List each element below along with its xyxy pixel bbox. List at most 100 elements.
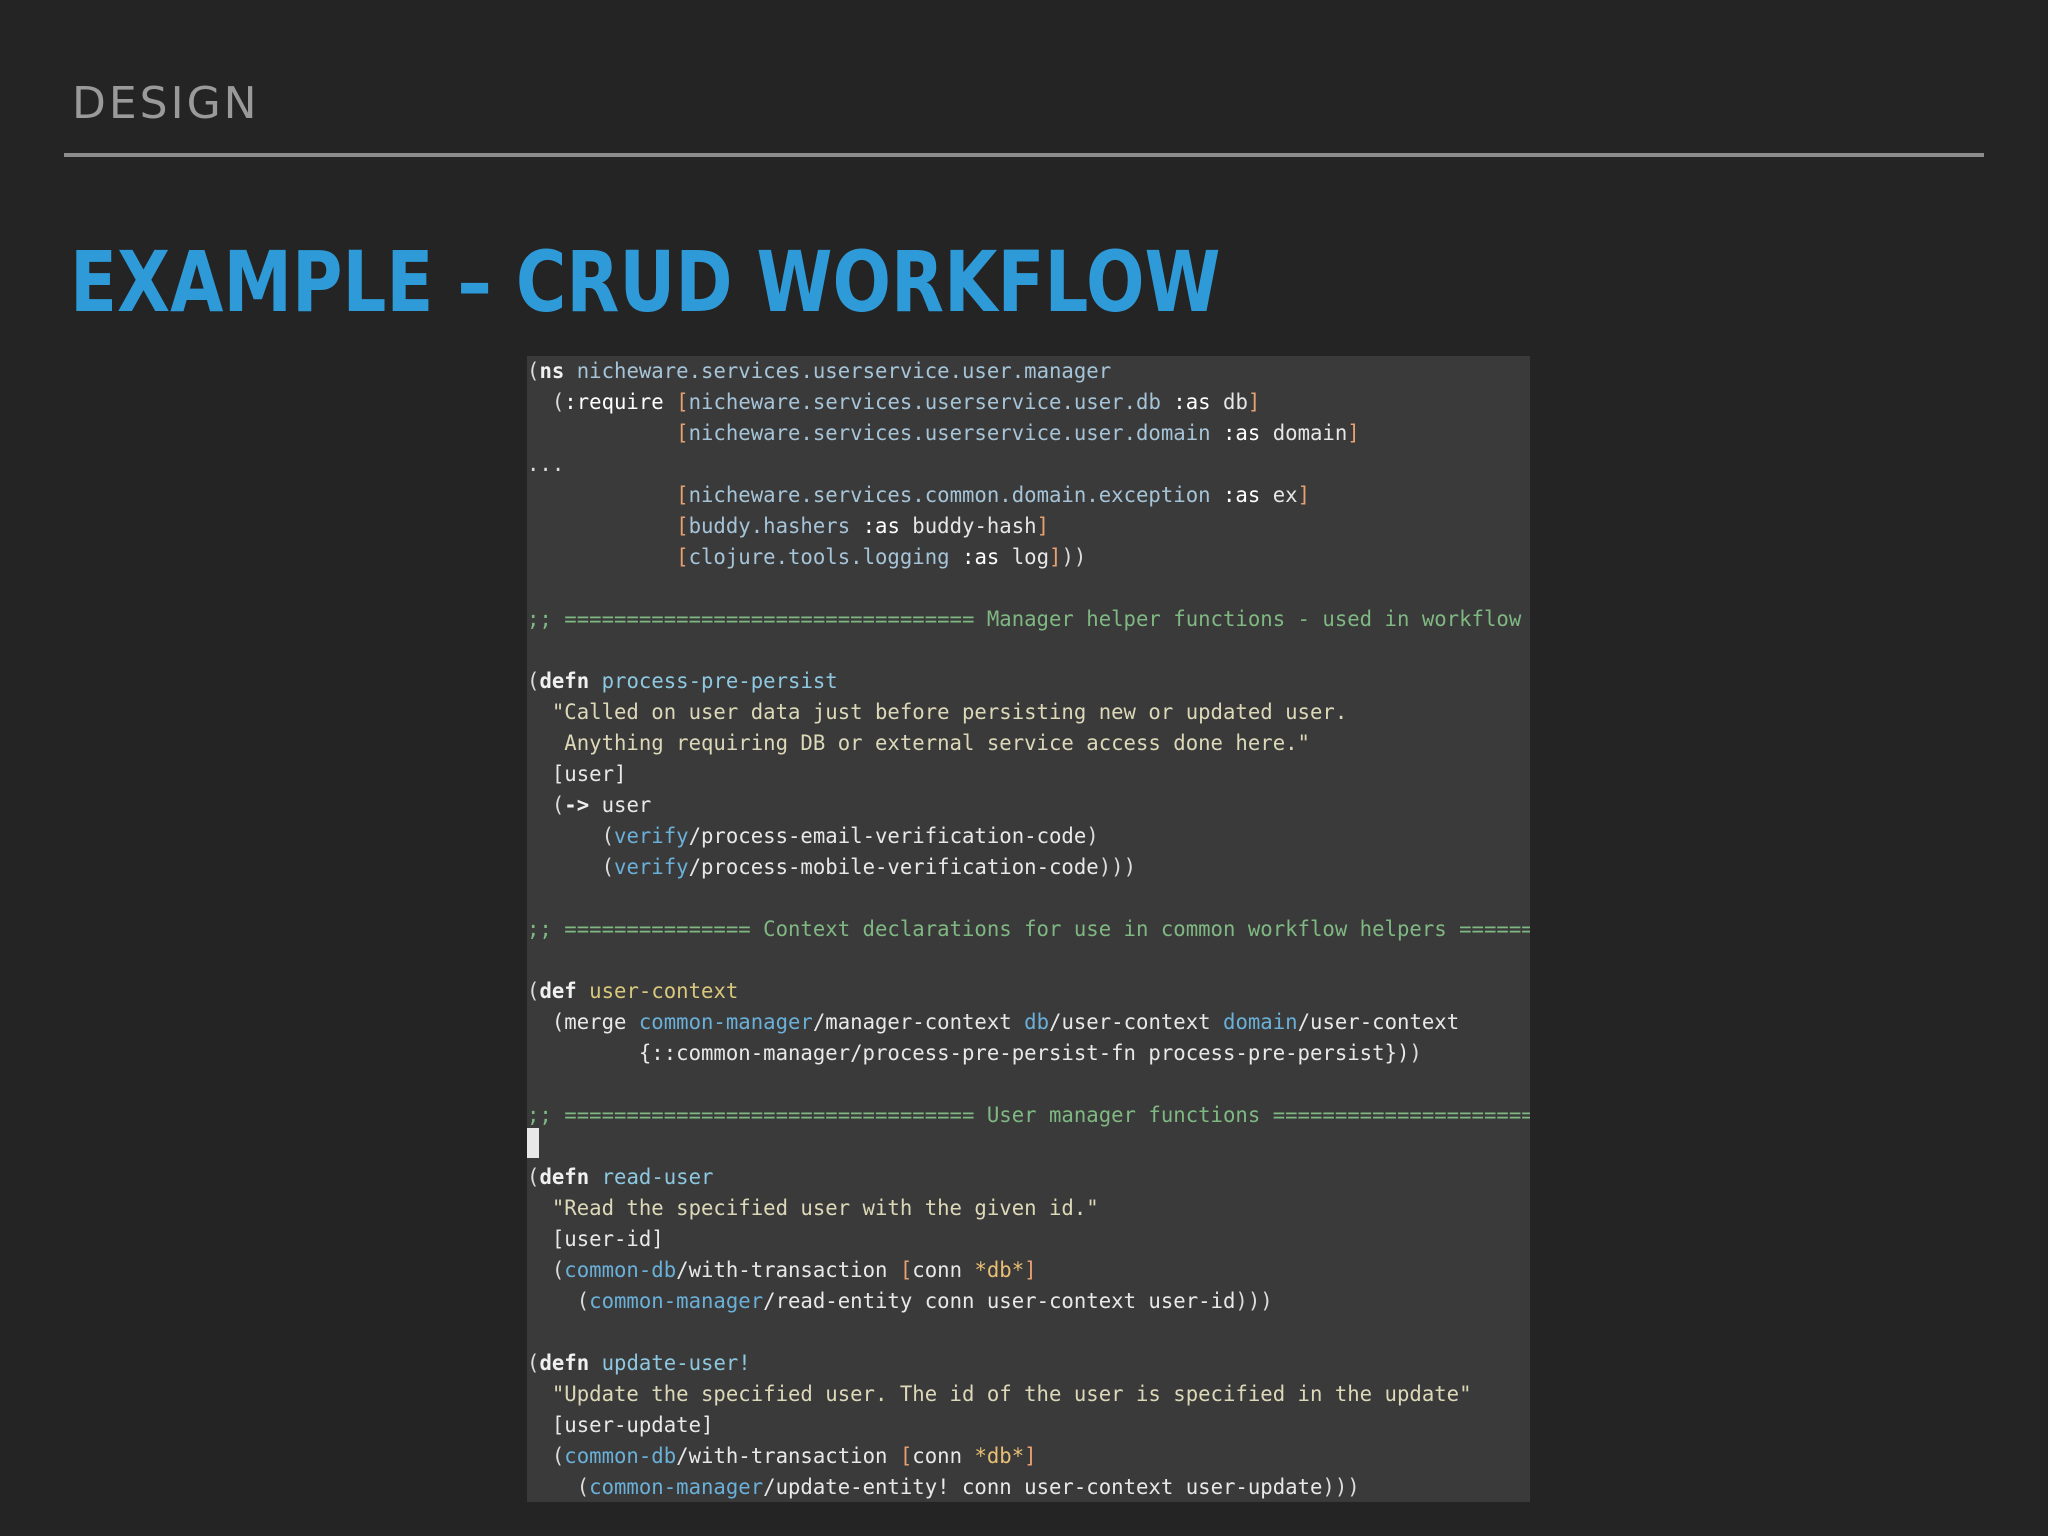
code-token: )) — [1061, 545, 1087, 569]
code-line: (merge common-manager/manager-context db… — [527, 1007, 1459, 1038]
code-token: :as — [949, 545, 1012, 569]
code-line: (common-db/with-transaction [conn *db*] — [527, 1255, 1037, 1286]
code-token: [ — [676, 483, 689, 507]
code-token: ] — [1024, 1444, 1037, 1468]
slide-title: EXAMPLE – CRUD WORKFLOW — [70, 233, 1221, 331]
code-token: buddy-hash — [912, 514, 1037, 538]
code-token: nicheware.services.userservice.user.doma… — [688, 421, 1211, 445]
code-line: (-> user — [527, 790, 651, 821]
code-token: ( — [527, 390, 565, 414]
code-token: -> — [564, 793, 590, 817]
code-token: domain — [1223, 1010, 1298, 1034]
code-line: "Update the specified user. The id of th… — [527, 1379, 1472, 1410]
code-token: /update-entity! conn user-context user-u… — [763, 1475, 1323, 1499]
slide: DESIGN EXAMPLE – CRUD WORKFLOW (ns niche… — [0, 0, 2048, 1536]
code-token: /user-context — [1049, 1010, 1224, 1034]
code-line: (ns nicheware.services.userservice.user.… — [527, 356, 1111, 387]
code-token: common-manager — [638, 1010, 813, 1034]
code-token: ex — [1272, 483, 1298, 507]
code-line: ;; ================================= Use… — [527, 1100, 1530, 1131]
code-token: process-pre-persist — [601, 669, 838, 693]
code-token: common-manager — [589, 1475, 764, 1499]
code-token: ( — [527, 1258, 565, 1282]
code-line: (common-manager/update-entity! conn user… — [527, 1472, 1360, 1502]
code-token: ( — [527, 1351, 540, 1375]
code-token: ... — [527, 452, 565, 476]
code-token: ) — [1409, 1041, 1422, 1065]
code-token: common-db — [564, 1258, 677, 1282]
code-token: ( — [527, 793, 565, 817]
code-token: ] — [1247, 390, 1261, 414]
code-token: /with-transaction — [676, 1444, 900, 1468]
code-token: [user-update] — [527, 1413, 714, 1437]
code-line: [clojure.tools.logging :as log])) — [527, 542, 1086, 573]
code-line: [nicheware.services.userservice.user.dom… — [527, 418, 1360, 449]
code-token: :as — [850, 514, 913, 538]
code-token: ) — [1086, 824, 1099, 848]
code-line: [user-id] — [527, 1224, 664, 1255]
section-label: DESIGN — [72, 78, 260, 129]
code-token: ( — [527, 669, 540, 693]
code-token: clojure.tools.logging — [688, 545, 950, 569]
code-line: [nicheware.services.common.domain.except… — [527, 480, 1310, 511]
code-token: [ — [676, 421, 689, 445]
code-token: user-context — [589, 979, 739, 1003]
code-token: ] — [1024, 1258, 1037, 1282]
code-token: :as — [1210, 483, 1273, 507]
code-token: ( — [527, 1289, 590, 1313]
code-line: (def user-context — [527, 976, 738, 1007]
code-token: /process-mobile-verification-code — [688, 855, 1099, 879]
code-line: "Called on user data just before persist… — [527, 697, 1347, 728]
code-token: *db* — [974, 1444, 1025, 1468]
code-token: nicheware.services.common.domain.excepti… — [688, 483, 1211, 507]
code-line: (verify/process-email-verification-code) — [527, 821, 1099, 852]
code-token: [ — [899, 1258, 913, 1282]
code-token: /process-email-verification-code — [688, 824, 1087, 848]
code-line: (defn process-pre-persist — [527, 666, 838, 697]
code-token: ] — [1297, 483, 1311, 507]
code-token: [ — [899, 1444, 913, 1468]
code-line: "Read the specified user with the given … — [527, 1193, 1099, 1224]
code-token: ] — [1049, 545, 1062, 569]
code-token: /read-entity conn user-context user-id — [763, 1289, 1236, 1313]
code-token: {::common-manager/process-pre-persist-fn… — [527, 1041, 1410, 1065]
code-token: defn — [539, 669, 590, 693]
code-token: "Called on user data just before persist… — [527, 700, 1348, 724]
code-token: ( — [527, 824, 615, 848]
code-token: conn — [912, 1258, 975, 1282]
code-token: "Read the specified user with the given … — [527, 1196, 1099, 1220]
code-line: (common-manager/read-entity conn user-co… — [527, 1286, 1273, 1317]
code-token: [ — [676, 545, 689, 569]
code-token: ( — [527, 1165, 540, 1189]
code-line: [user-update] — [527, 1410, 714, 1441]
code-token: [ — [676, 390, 689, 414]
code-token: ( — [527, 1444, 565, 1468]
code-line: (:require [nicheware.services.userservic… — [527, 387, 1260, 418]
code-token: db — [1024, 1010, 1050, 1034]
code-line: {::common-manager/process-pre-persist-fn… — [527, 1038, 1422, 1069]
code-line: (common-db/with-transaction [conn *db*] — [527, 1441, 1037, 1472]
code-screenshot: (ns nicheware.services.userservice.user.… — [527, 356, 1530, 1502]
code-token: [ — [676, 514, 689, 538]
code-token: ;; ================================= Man… — [527, 607, 1530, 631]
code-token: ;; =============== Context declarations … — [527, 917, 1530, 941]
code-line: ;; ================================= Man… — [527, 604, 1530, 635]
code-token: ;; ================================= Use… — [527, 1103, 1530, 1127]
code-line: Anything requiring DB or external servic… — [527, 728, 1310, 759]
code-token: common-manager — [589, 1289, 764, 1313]
code-token: ( — [527, 359, 540, 383]
code-token: (merge — [527, 1010, 639, 1034]
code-token: :as — [1210, 421, 1273, 445]
code-line: ... — [527, 449, 564, 480]
code-token: verify — [614, 824, 689, 848]
code-token: buddy.hashers — [688, 514, 851, 538]
code-token: ns — [539, 359, 565, 383]
code-token: nicheware.services.userservice.user.mana… — [564, 359, 1112, 383]
code-token: def — [539, 979, 577, 1003]
